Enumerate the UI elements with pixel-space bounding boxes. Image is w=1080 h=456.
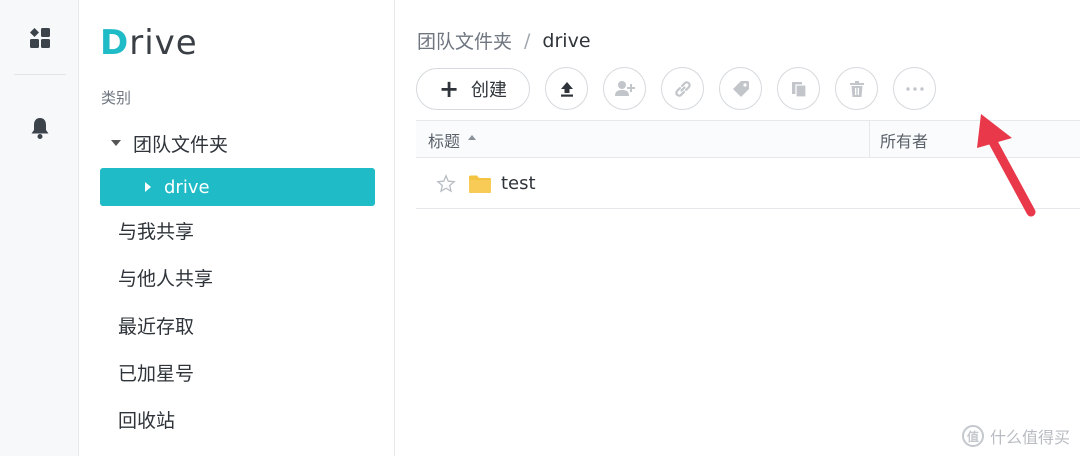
trash-icon [849, 80, 864, 97]
sidebar-item-label: 与他人共享 [118, 267, 214, 290]
annotation-arrow [977, 114, 1036, 217]
share-user-button[interactable] [603, 67, 646, 110]
delete-button[interactable] [835, 67, 878, 110]
create-button-label: 创建 [471, 79, 508, 101]
link-button[interactable] [661, 67, 704, 110]
tag-button[interactable] [719, 67, 762, 110]
watermark: 值 什么值得买 [961, 424, 1070, 448]
sidebar-item-label: 回收站 [118, 409, 176, 432]
tree-item-team-folder[interactable]: 团队文件夹 [111, 127, 228, 159]
create-button[interactable]: + 创建 [416, 67, 530, 110]
dashboard-icon[interactable] [20, 18, 60, 58]
sidebar-item-recent[interactable]: 最近存取 [118, 309, 194, 341]
sort-ascending-icon [468, 135, 477, 140]
copy-icon [791, 81, 807, 98]
column-header-label: 标题 [428, 131, 461, 151]
upload-button[interactable] [545, 67, 588, 110]
tree-item-label: 团队文件夹 [133, 133, 229, 156]
caret-down-icon[interactable] [111, 140, 121, 146]
folder-icon [469, 175, 491, 193]
app-logo: Drive [100, 18, 198, 68]
sidebar-item-label: 最近存取 [118, 315, 195, 338]
sidebar-item-starred[interactable]: 已加星号 [118, 356, 194, 388]
breadcrumb-current: drive [542, 29, 591, 52]
plus-icon: + [438, 74, 460, 103]
caret-right-icon[interactable] [145, 182, 151, 192]
file-name[interactable]: test [501, 173, 536, 194]
app-rail [0, 0, 79, 456]
logo-text: rive [129, 23, 198, 63]
copy-button[interactable] [777, 67, 820, 110]
breadcrumb: 团队文件夹 / drive [417, 27, 591, 54]
sidebar: Drive 类别 团队文件夹 drive 与我共享 与他人共享 最近存取 已加星… [79, 0, 395, 456]
tag-icon [732, 80, 749, 97]
sidebar-item-label: 已加星号 [118, 362, 195, 385]
upload-icon [560, 81, 573, 97]
sidebar-item-label: 与我共享 [118, 220, 195, 243]
main-panel: 团队文件夹 / drive + 创建 标题 所有者 test [396, 0, 1080, 456]
toolbar: + 创建 [416, 67, 936, 110]
bell-icon[interactable] [20, 108, 60, 148]
breadcrumb-separator: / [524, 29, 531, 52]
more-button[interactable] [893, 67, 936, 110]
watermark-badge: 值 [961, 425, 984, 447]
tree-item-drive[interactable]: drive [100, 168, 375, 206]
watermark-text: 什么值得买 [989, 428, 1070, 447]
column-header-title[interactable]: 标题 [428, 121, 868, 158]
link-icon [674, 80, 691, 97]
rail-divider [14, 74, 66, 75]
breadcrumb-parent[interactable]: 团队文件夹 [417, 27, 512, 54]
sidebar-item-shared-with-me[interactable]: 与我共享 [118, 214, 194, 246]
category-label: 类别 [101, 89, 132, 107]
star-icon[interactable] [436, 173, 456, 194]
more-icon [905, 86, 924, 91]
share-user-icon [614, 80, 635, 96]
column-header-label: 所有者 [880, 131, 929, 151]
tree-item-label: drive [164, 176, 210, 198]
sidebar-item-shared-with-others[interactable]: 与他人共享 [118, 261, 213, 293]
logo-letter: D [100, 23, 130, 63]
sidebar-item-recycle-bin[interactable]: 回收站 [118, 403, 175, 435]
